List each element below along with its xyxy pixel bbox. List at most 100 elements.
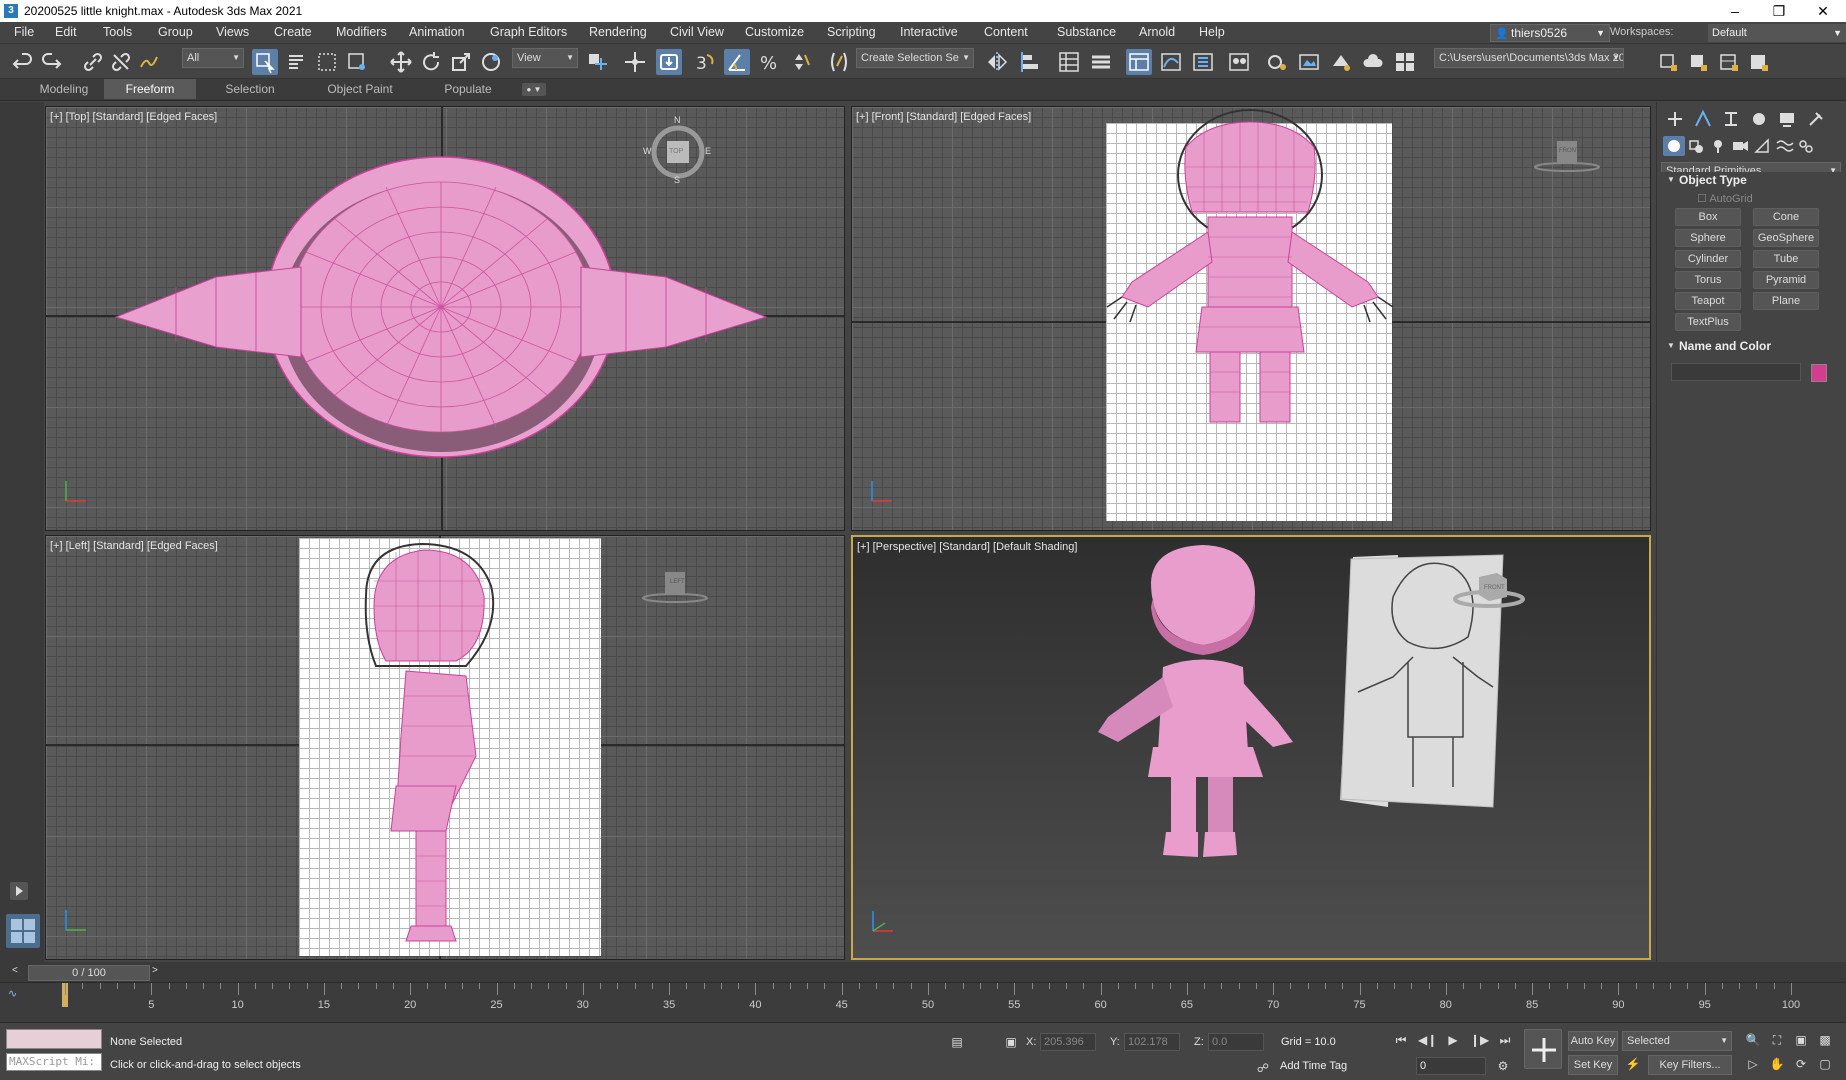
edit-named-selection-icon[interactable]	[826, 49, 852, 75]
select-object-icon[interactable]	[252, 49, 278, 75]
menu-edit[interactable]: Edit	[55, 25, 77, 39]
pivot-center-icon[interactable]	[584, 49, 610, 75]
current-frame-field[interactable]: 0	[1416, 1057, 1486, 1075]
place-icon[interactable]	[478, 49, 504, 75]
select-manipulate-icon[interactable]	[622, 49, 648, 75]
toggle-ribbon-icon[interactable]	[1126, 49, 1152, 75]
workspace-tool-3-icon[interactable]	[1716, 49, 1742, 75]
set-key-button[interactable]: Set Key	[1568, 1055, 1618, 1075]
rotate-icon[interactable]	[418, 49, 444, 75]
orbit-icon[interactable]: ⟳	[1792, 1055, 1810, 1073]
field-of-view-icon[interactable]: ▷	[1744, 1055, 1762, 1073]
undo-icon[interactable]	[10, 49, 36, 75]
viewport-front[interactable]: [+] [Front] [Standard] [Edged Faces] FRO…	[851, 106, 1651, 531]
restore-button[interactable]: ❐	[1757, 0, 1801, 22]
viewport-perspective-label[interactable]: [+] [Perspective] [Standard] [Default Sh…	[857, 541, 1077, 553]
menu-substance[interactable]: Substance	[1057, 25, 1116, 39]
tube-button[interactable]: Tube	[1753, 250, 1819, 268]
tab-modeling[interactable]: Modeling	[22, 79, 106, 99]
bind-space-warp-icon[interactable]	[136, 49, 162, 75]
auto-key-button[interactable]: Auto Key	[1568, 1031, 1618, 1051]
modify-tab-icon[interactable]	[1689, 108, 1717, 130]
keyboard-shortcut-override-icon[interactable]	[656, 49, 682, 75]
create-tab-plus-icon[interactable]	[1661, 108, 1689, 130]
mini-curve-editor-icon[interactable]: ∿	[8, 987, 17, 1000]
viewcube-top[interactable]: N S E W TOP	[643, 115, 713, 187]
zoom-all-icon[interactable]: ⛶	[1768, 1031, 1786, 1049]
chevron-right-icon[interactable]: >	[152, 965, 158, 976]
tab-freeform[interactable]: Freeform	[104, 79, 196, 99]
space-warps-icon[interactable]	[1773, 136, 1795, 156]
angle-snap-icon[interactable]	[724, 49, 750, 75]
snaps-toggle-icon[interactable]: 3	[692, 49, 718, 75]
workspace-tool-1-icon[interactable]	[1656, 49, 1682, 75]
rendered-frame-window-icon[interactable]	[1296, 49, 1322, 75]
teapot-button[interactable]: Teapot	[1675, 292, 1741, 310]
viewport-left[interactable]: [+] [Left] [Standard] [Edged Faces] LEFT	[45, 535, 845, 960]
menu-graph-editors[interactable]: Graph Editors	[490, 25, 567, 39]
display-tab-icon[interactable]	[1773, 108, 1801, 130]
viewport-layout-icon[interactable]	[6, 914, 40, 948]
material-editor-icon[interactable]	[1226, 49, 1252, 75]
move-icon[interactable]	[388, 49, 414, 75]
zoom-extents-icon[interactable]: ▣	[1792, 1031, 1810, 1049]
cylinder-button[interactable]: Cylinder	[1675, 250, 1741, 268]
menu-modifiers[interactable]: Modifiers	[336, 25, 387, 39]
schematic-view-icon[interactable]	[1190, 49, 1216, 75]
cameras-icon[interactable]	[1729, 136, 1751, 156]
menu-create[interactable]: Create	[274, 25, 312, 39]
layer-explorer-icon[interactable]	[1088, 49, 1114, 75]
selection-filter-dropdown[interactable]: All ▼	[182, 48, 244, 68]
plane-button[interactable]: Plane	[1753, 292, 1819, 310]
scale-icon[interactable]	[448, 49, 474, 75]
next-frame-icon[interactable]: ❙▶	[1470, 1031, 1489, 1049]
workspace-dropdown[interactable]: Default ▼	[1708, 24, 1846, 42]
viewport-top[interactable]: [+] [Top] [Standard] [Edged Faces] N S E…	[45, 106, 845, 531]
maxscript-listener-pink[interactable]	[6, 1029, 102, 1049]
zoom-extents-all-icon[interactable]: ▩	[1816, 1031, 1834, 1049]
lights-icon[interactable]	[1707, 136, 1729, 156]
menu-rendering[interactable]: Rendering	[589, 25, 647, 39]
track-bar[interactable]: ∿ 5 10 15 20 25 30 35 40 45 50 55 60 65 70 75 80 85 90 95 1…	[0, 982, 1846, 1022]
isolate-selection-icon[interactable]: ▤	[948, 1033, 966, 1051]
object-color-swatch[interactable]	[1811, 364, 1827, 382]
key-filter-icon[interactable]: ⚡	[1624, 1055, 1642, 1073]
menu-content[interactable]: Content	[984, 25, 1028, 39]
tab-selection[interactable]: Selection	[210, 79, 290, 99]
render-in-cloud-icon[interactable]	[1360, 49, 1386, 75]
render-production-icon[interactable]	[1328, 49, 1354, 75]
time-slider[interactable]: 0 / 100	[28, 965, 150, 981]
expand-layouts-button[interactable]	[10, 882, 28, 900]
menu-help[interactable]: Help	[1199, 25, 1225, 39]
systems-icon[interactable]	[1795, 136, 1817, 156]
cone-button[interactable]: Cone	[1753, 208, 1819, 226]
zoom-icon[interactable]: 🔍	[1744, 1031, 1762, 1049]
close-button[interactable]: ✕	[1801, 0, 1845, 22]
window-crossing-icon[interactable]	[344, 49, 370, 75]
viewport-front-label[interactable]: [+] [Front] [Standard] [Edged Faces]	[856, 111, 1031, 123]
z-coordinate-field[interactable]: 0.0	[1208, 1033, 1264, 1051]
workspace-tool-2-icon[interactable]	[1686, 49, 1712, 75]
menu-tools[interactable]: Tools	[103, 25, 132, 39]
link-icon[interactable]	[80, 49, 106, 75]
menu-interactive[interactable]: Interactive	[900, 25, 958, 39]
menu-animation[interactable]: Animation	[409, 25, 465, 39]
viewcube-front[interactable]: FRONT	[1532, 135, 1602, 175]
rectangular-selection-icon[interactable]	[314, 49, 340, 75]
viewcube-left[interactable]: LEFT	[640, 568, 710, 608]
project-folder-dropdown[interactable]: C:\Users\user\Documents\3ds Max 2021 ▼	[1434, 48, 1624, 68]
rollout-collapse-icon[interactable]: ▼	[1667, 175, 1675, 184]
y-coordinate-field[interactable]: 102.178	[1124, 1033, 1180, 1051]
maxscript-mini-listener[interactable]: MAXScript Mi:	[6, 1053, 102, 1071]
chevron-left-icon[interactable]: <	[12, 965, 18, 976]
select-by-name-icon[interactable]	[284, 49, 310, 75]
geosphere-button[interactable]: GeoSphere	[1753, 229, 1819, 247]
time-configuration-icon[interactable]: ⚙	[1494, 1057, 1512, 1075]
a360-gallery-icon[interactable]	[1392, 49, 1418, 75]
menu-file[interactable]: File	[14, 25, 34, 39]
textplus-button[interactable]: TextPlus	[1675, 313, 1741, 331]
user-account-dropdown[interactable]: 👤 thiers0526 ▼	[1490, 24, 1610, 42]
unlink-icon[interactable]	[108, 49, 134, 75]
menu-scripting[interactable]: Scripting	[827, 25, 876, 39]
go-to-end-icon[interactable]: ⏭	[1496, 1031, 1514, 1049]
